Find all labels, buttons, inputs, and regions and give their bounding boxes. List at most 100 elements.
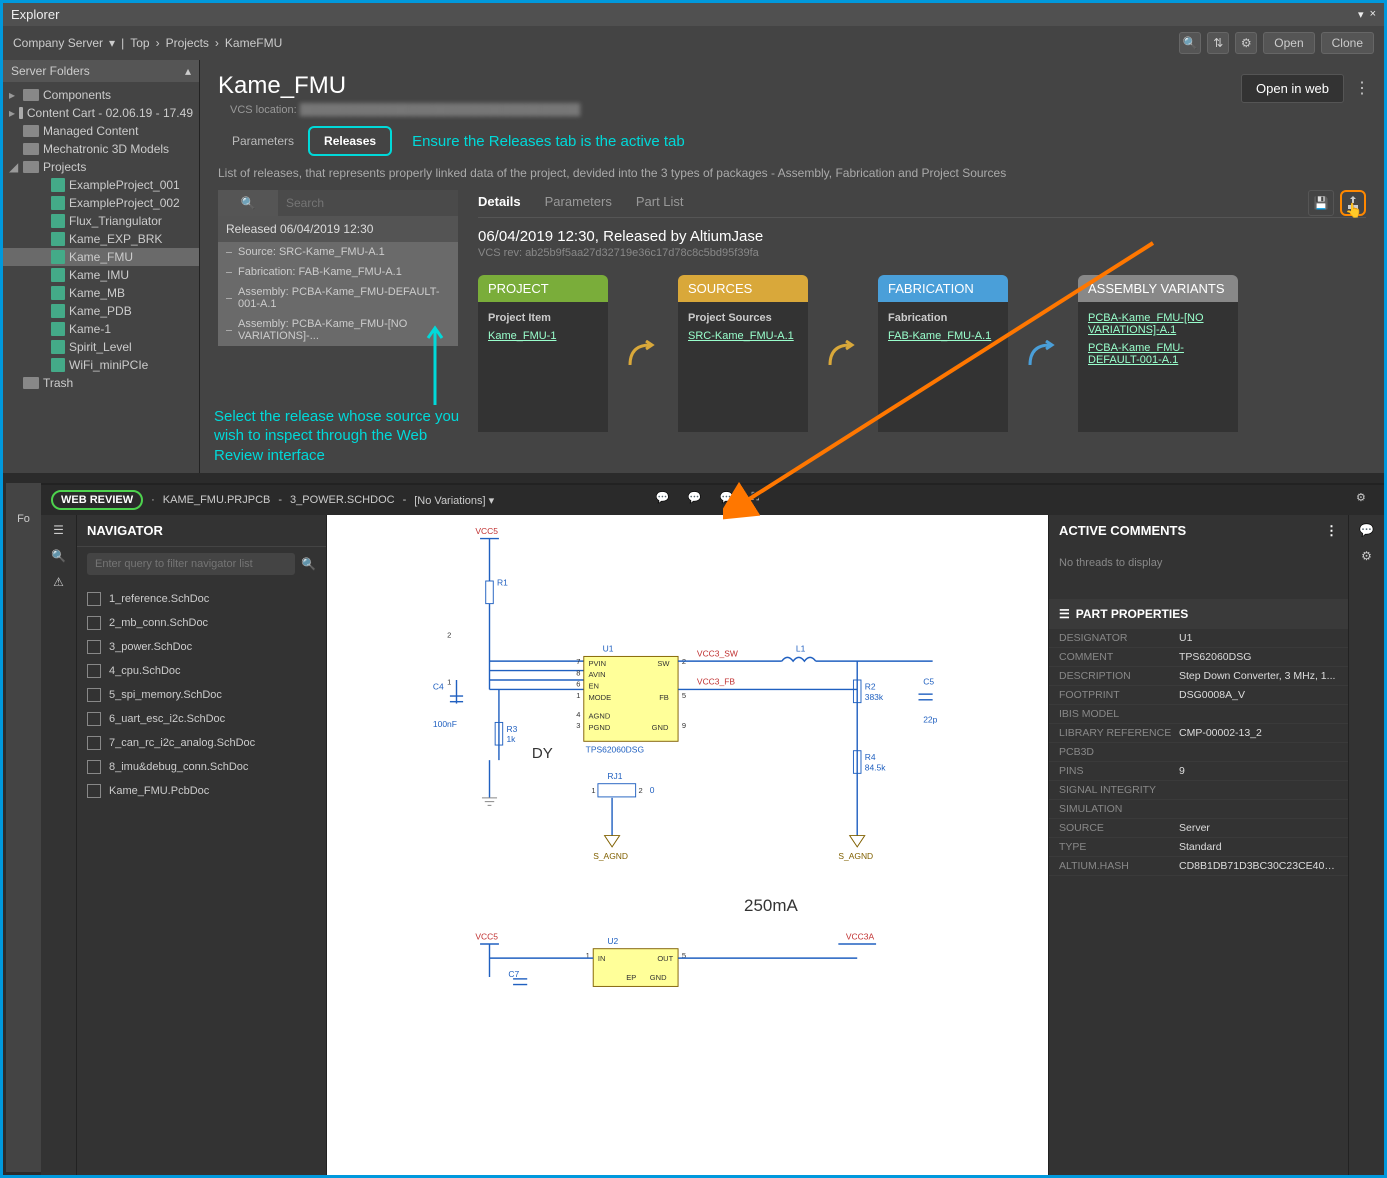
search-icon[interactable]: 🔍 [51, 549, 66, 563]
nav-doc-item[interactable]: 6_uart_esc_i2c.SchDoc [77, 707, 326, 731]
link-assembly1[interactable]: PCBA-Kame_FMU-[NO VARIATIONS]-A.1 [1088, 312, 1228, 336]
variations-dropdown[interactable]: [No Variations] ▾ [414, 494, 494, 507]
svg-text:1: 1 [591, 786, 595, 795]
tree-content-cart[interactable]: ▸Content Cart - 02.06.19 - 17.49 [3, 104, 199, 122]
web-review-icon[interactable]: 👆 [1340, 190, 1366, 216]
tree-project-item[interactable]: ExampleProject_002 [3, 194, 199, 212]
svg-text:U2: U2 [607, 936, 618, 946]
property-row: Source Server [1049, 819, 1348, 838]
nav-doc-item[interactable]: 4_cpu.SchDoc [77, 659, 326, 683]
release-item[interactable]: Assembly: PCBA-Kame_FMU-DEFAULT-001-A.1 [218, 282, 458, 314]
window-title: Explorer [11, 7, 59, 22]
warning-icon[interactable]: ⚠ [53, 575, 64, 589]
nav-doc-item[interactable]: 7_can_rc_i2c_analog.SchDoc [77, 731, 326, 755]
property-row: DesignatorU1 [1049, 629, 1348, 648]
kebab-icon[interactable]: ⋮ [1354, 78, 1370, 98]
open-in-web-button[interactable]: Open in web [1241, 74, 1344, 103]
search-icon[interactable]: 🔍 [1179, 32, 1201, 54]
gear-icon[interactable]: ⚙ [1356, 491, 1374, 509]
crumb-top[interactable]: Top [130, 36, 149, 50]
property-row: PCB3D [1049, 743, 1348, 762]
detail-tab-partlist[interactable]: Part List [636, 194, 684, 209]
properties-panel-icon[interactable]: ⚙ [1361, 549, 1372, 563]
detail-tab-details[interactable]: Details [478, 194, 521, 209]
svg-text:EP: EP [626, 973, 636, 982]
release-item[interactable]: Fabrication: FAB-Kame_FMU-A.1 [218, 262, 458, 282]
tree-components[interactable]: ▸Components [3, 86, 199, 104]
tree-project-item[interactable]: Kame-1 [3, 320, 199, 338]
svg-text:R4: R4 [865, 752, 876, 762]
svg-text:PGND: PGND [589, 723, 611, 732]
toolbar: Company Server▾ | Top› Projects› KameFMU… [3, 26, 1384, 60]
tab-releases[interactable]: Releases [308, 126, 392, 156]
server-dropdown[interactable]: Company Server [13, 36, 103, 50]
nav-doc-item[interactable]: 3_power.SchDoc [77, 635, 326, 659]
web-review-badge: WEB REVIEW [51, 490, 143, 510]
menu-icon[interactable]: ☰ [53, 523, 64, 537]
search-icon[interactable]: 🔍 [218, 190, 278, 216]
tree-project-item[interactable]: Kame_MB [3, 284, 199, 302]
property-row: IBIS Model [1049, 705, 1348, 724]
gear-icon[interactable]: ⚙ [1235, 32, 1257, 54]
link-fab[interactable]: FAB-Kame_FMU-A.1 [888, 330, 998, 342]
tree-managed[interactable]: Managed Content [3, 122, 199, 140]
card-assembly: ASSEMBLY VARIANTS PCBA-Kame_FMU-[NO VARI… [1078, 275, 1238, 435]
close-icon[interactable]: × [1370, 8, 1376, 21]
crumb-current[interactable]: KameFMU [225, 36, 282, 50]
navigator-filter-input[interactable] [87, 553, 295, 575]
svg-text:250mA: 250mA [744, 896, 798, 915]
svg-text:AGND: AGND [589, 712, 611, 721]
tree-project-item[interactable]: Flux_Triangulator [3, 212, 199, 230]
tree-mech3d[interactable]: Mechatronic 3D Models [3, 140, 199, 158]
release-search-input[interactable] [278, 190, 458, 216]
tab-parameters[interactable]: Parameters [218, 128, 308, 154]
property-row: Signal Integrity [1049, 781, 1348, 800]
crumb-projects[interactable]: Projects [166, 36, 209, 50]
release-group-header[interactable]: Released 06/04/2019 12:30 [218, 216, 458, 242]
collapse-icon[interactable]: ▴ [185, 64, 191, 78]
svg-text:IN: IN [598, 954, 606, 963]
nav-doc-item[interactable]: 2_mb_conn.SchDoc [77, 611, 326, 635]
svg-text:AVIN: AVIN [589, 670, 606, 679]
folder-panel-tab[interactable]: Fo [6, 483, 41, 1172]
nav-doc-item[interactable]: 1_reference.SchDoc [77, 587, 326, 611]
svg-text:SW: SW [657, 659, 670, 668]
save-icon[interactable]: 💾 [1308, 190, 1334, 216]
property-row: Altium.HashCD8B1DB71D3BC30C23CE403... [1049, 857, 1348, 876]
link-sources[interactable]: SRC-Kame_FMU-A.1 [688, 330, 798, 342]
comments-panel-icon[interactable]: 💬 [1359, 523, 1374, 537]
tree-project-item[interactable]: Spirit_Level [3, 338, 199, 356]
breadcrumb-doc[interactable]: 3_POWER.SCHDOC [290, 494, 395, 506]
link-assembly2[interactable]: PCBA-Kame_FMU-DEFAULT-001-A.1 [1088, 342, 1228, 366]
nav-doc-item[interactable]: Kame_FMU.PcbDoc [77, 779, 326, 803]
kebab-icon[interactable]: ⋮ [1325, 523, 1338, 539]
property-row: Simulation [1049, 800, 1348, 819]
fullscreen-icon[interactable]: ⛶ [752, 491, 770, 509]
tree-project-item[interactable]: ExampleProject_001 [3, 176, 199, 194]
breadcrumb-project[interactable]: KAME_FMU.PRJPCB [163, 494, 271, 506]
link-project[interactable]: Kame_FMU-1 [488, 330, 598, 342]
comment-region-icon[interactable]: 💬 [720, 491, 738, 509]
comment-add-icon[interactable]: 💬 [688, 491, 706, 509]
search-icon[interactable]: 🔍 [301, 557, 316, 571]
tree-project-item[interactable]: Kame_PDB [3, 302, 199, 320]
tree-project-item[interactable]: WiFi_miniPCIe [3, 356, 199, 374]
nav-doc-item[interactable]: 5_spi_memory.SchDoc [77, 683, 326, 707]
svg-text:9: 9 [682, 721, 686, 730]
schematic-canvas[interactable]: .wire{stroke:#2060c0;stroke-width:1.5;fi… [327, 515, 1048, 1175]
tree-trash[interactable]: Trash [3, 374, 199, 392]
refresh-icon[interactable]: ⇅ [1207, 32, 1229, 54]
clone-button[interactable]: Clone [1321, 32, 1374, 54]
svg-text:EN: EN [589, 681, 599, 690]
minimize-icon[interactable]: ▾ [1358, 8, 1364, 21]
comment-icon[interactable]: 💬 [656, 491, 674, 509]
release-item[interactable]: Source: SRC-Kame_FMU-A.1 [218, 242, 458, 262]
tree-projects[interactable]: ◢Projects [3, 158, 199, 176]
tree-project-item-selected[interactable]: Kame_FMU [3, 248, 199, 266]
tree-project-item[interactable]: Kame_EXP_BRK [3, 230, 199, 248]
nav-doc-item[interactable]: 8_imu&debug_conn.SchDoc [77, 755, 326, 779]
detail-tab-parameters[interactable]: Parameters [545, 194, 612, 209]
open-button[interactable]: Open [1263, 32, 1314, 54]
svg-text:5: 5 [682, 691, 686, 700]
tree-project-item[interactable]: Kame_IMU [3, 266, 199, 284]
